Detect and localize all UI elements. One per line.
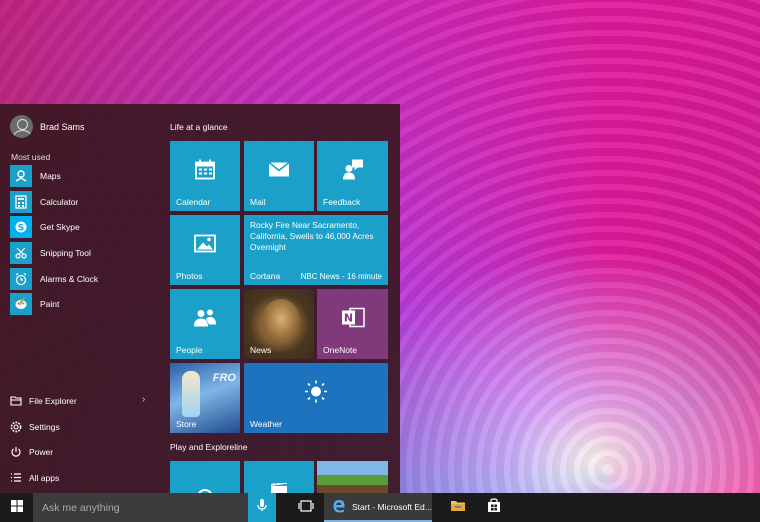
news-source: NBC News - 16 minute (300, 272, 382, 281)
tile-play-1[interactable] (170, 461, 240, 493)
tile-label: People (176, 345, 203, 355)
settings-link[interactable]: Settings (10, 421, 60, 433)
app-maps[interactable]: Maps (10, 165, 61, 187)
app-label: Maps (40, 171, 61, 181)
store-artwork-text: FRO (212, 372, 236, 384)
gear-icon (10, 421, 22, 433)
tile-weather[interactable]: Weather (244, 363, 388, 433)
start-button[interactable] (0, 493, 33, 522)
news-headline: Rocky Fire Near Sacramento, California, … (250, 220, 374, 252)
store-taskbar-button[interactable] (476, 493, 512, 522)
tile-play-2[interactable] (244, 461, 314, 493)
tile-play-3[interactable] (317, 461, 388, 493)
tile-mail[interactable]: Mail (244, 141, 314, 211)
file-explorer-label: File Explorer (29, 396, 77, 406)
tile-photos[interactable]: Photos (170, 215, 240, 285)
tile-onenote[interactable]: N OneNote (317, 289, 388, 359)
file-explorer-link[interactable]: File Explorer (10, 395, 77, 407)
search-placeholder: Ask me anything (42, 501, 120, 514)
windows-logo-icon (10, 499, 23, 517)
store-artwork (182, 371, 200, 417)
app-label: Paint (40, 299, 60, 309)
cortana-search-box[interactable]: Ask me anything (33, 493, 248, 522)
edge-window-title: Start - Microsoft Ed... (352, 501, 432, 512)
tile-label: News (250, 345, 272, 355)
group-title-play: Play and Exploreline (170, 442, 248, 452)
clapper-icon (270, 480, 288, 493)
taskbar-edge-window[interactable]: Start - Microsoft Ed... (324, 493, 432, 522)
calendar-icon (194, 158, 216, 185)
tile-people[interactable]: People (170, 289, 240, 359)
task-view-icon (298, 499, 314, 517)
tile-label: Weather (250, 419, 282, 429)
start-left-column: Brad Sams Most used Maps Calculator S Ge… (0, 104, 160, 493)
tile-label: Feedback (323, 197, 361, 207)
scissors-icon (10, 242, 32, 264)
user-account[interactable]: Brad Sams (10, 115, 85, 138)
list-icon (10, 472, 22, 484)
tile-news[interactable]: News (244, 289, 314, 359)
tile-label: Cortana (250, 271, 281, 281)
user-name: Brad Sams (40, 121, 85, 132)
people-icon (193, 307, 217, 332)
feedback-icon (342, 158, 364, 185)
all-apps-link[interactable]: All apps (10, 472, 59, 484)
svg-text:N: N (343, 311, 352, 324)
app-alarms-clock[interactable]: Alarms & Clock (10, 268, 98, 290)
app-get-skype[interactable]: S Get Skype (10, 216, 80, 238)
onenote-icon: N (341, 306, 365, 333)
mail-icon (268, 161, 290, 182)
tile-label: Store (176, 419, 197, 429)
alarm-clock-icon (10, 268, 32, 290)
settings-label: Settings (29, 422, 60, 432)
start-menu: Brad Sams Most used Maps Calculator S Ge… (0, 104, 400, 493)
tile-label: Calendar (176, 197, 211, 207)
group-title-life: Life at a glance (170, 122, 228, 132)
app-label: Snipping Tool (40, 248, 91, 258)
tile-partial-icon (196, 484, 214, 493)
app-snipping-tool[interactable]: Snipping Tool (10, 242, 91, 264)
power-label: Power (29, 447, 54, 457)
tile-feedback[interactable]: Feedback (317, 141, 388, 211)
folder-icon (450, 499, 466, 517)
microphone-icon (257, 498, 267, 517)
taskbar: Ask me anything Start - Microsoft Ed... (0, 493, 760, 522)
paint-palette-icon (10, 293, 32, 315)
maps-icon (10, 165, 32, 187)
app-calculator[interactable]: Calculator (10, 191, 78, 213)
tile-cortana-news[interactable]: Rocky Fire Near Sacramento, California, … (244, 215, 388, 285)
chevron-right-icon[interactable]: › (142, 394, 145, 405)
app-label: Get Skype (40, 222, 80, 232)
file-explorer-taskbar-button[interactable] (440, 493, 476, 522)
most-used-heading: Most used (11, 152, 51, 162)
tile-calendar[interactable]: Calendar (170, 141, 240, 211)
photos-icon (194, 234, 216, 257)
app-label: Calculator (40, 197, 79, 207)
tile-label: OneNote (323, 345, 358, 355)
skype-icon: S (10, 216, 32, 238)
all-apps-label: All apps (29, 473, 60, 483)
store-bag-icon (487, 497, 501, 518)
power-icon (10, 446, 22, 458)
tile-store[interactable]: FRO Store (170, 363, 240, 433)
app-label: Alarms & Clock (40, 274, 99, 284)
sun-icon (304, 379, 328, 408)
folder-icon (10, 395, 22, 407)
microphone-button[interactable] (248, 493, 276, 522)
task-view-button[interactable] (288, 493, 324, 522)
svg-text:S: S (18, 224, 24, 234)
app-paint[interactable]: Paint (10, 293, 59, 315)
edge-icon (332, 499, 346, 515)
power-link[interactable]: Power (10, 446, 53, 458)
calculator-icon (10, 191, 32, 213)
avatar (10, 115, 33, 138)
tile-label: Mail (250, 197, 266, 207)
tile-label: Photos (176, 271, 203, 281)
